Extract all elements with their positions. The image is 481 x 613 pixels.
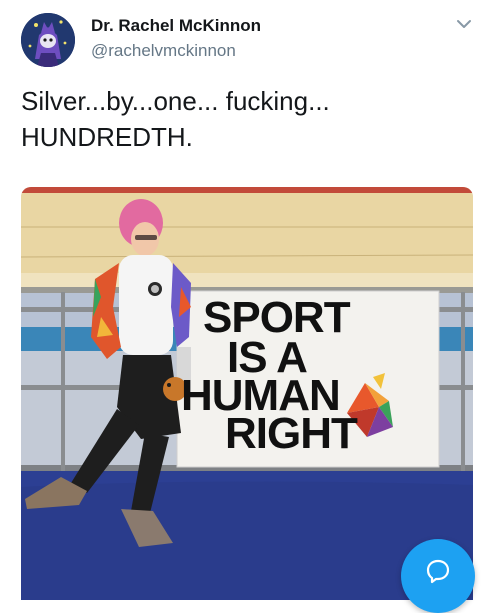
tweet-text-line: Silver...by...one... fucking... bbox=[21, 86, 330, 116]
chevron-down-icon bbox=[457, 20, 471, 28]
tweet-photo[interactable]: SPORT IS A HUMAN RIGHT bbox=[21, 187, 473, 600]
author-display-name[interactable]: Dr. Rachel McKinnon bbox=[91, 16, 261, 36]
tweet-text: Silver...by...one... fucking... HUNDREDT… bbox=[21, 83, 461, 155]
tweet-options-button[interactable] bbox=[452, 14, 476, 34]
tweet-card: Dr. Rachel McKinnon @rachelvmckinnon Sil… bbox=[0, 0, 481, 613]
author-avatar[interactable] bbox=[21, 13, 75, 67]
medal-icon bbox=[151, 285, 159, 293]
author-handle[interactable]: @rachelvmckinnon bbox=[91, 41, 236, 61]
compose-reply-button[interactable] bbox=[401, 539, 475, 613]
reply-bubble-icon bbox=[426, 559, 450, 584]
tweet-text-line: HUNDREDTH. bbox=[21, 122, 193, 152]
banner-text: RIGHT bbox=[225, 409, 358, 458]
avatar-image bbox=[21, 13, 75, 67]
